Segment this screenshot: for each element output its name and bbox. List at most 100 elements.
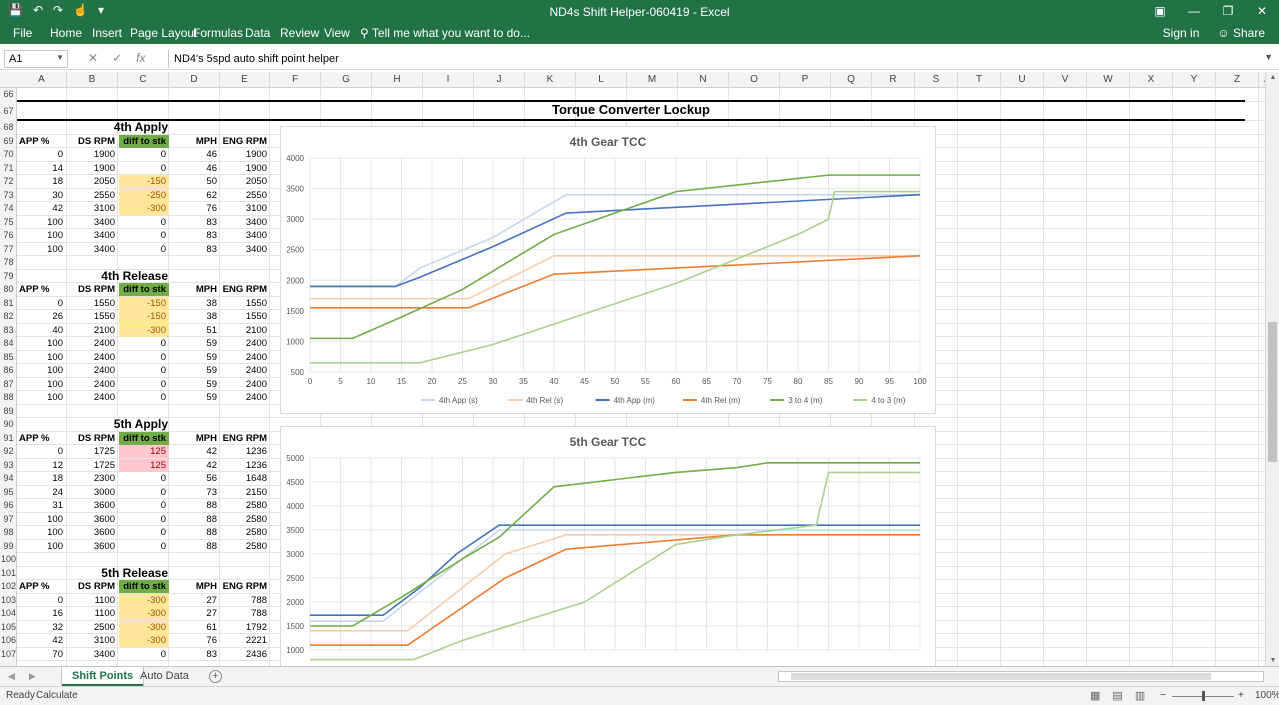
table-cell[interactable]: 2580: [221, 513, 270, 526]
table-cell[interactable]: 59: [170, 337, 220, 350]
table-header-cell[interactable]: APP %: [17, 580, 66, 593]
scroll-down-icon[interactable]: ▼: [1266, 657, 1279, 664]
row-header[interactable]: 88: [0, 391, 16, 405]
table-cell[interactable]: 83: [170, 243, 220, 256]
table-cell[interactable]: 100: [17, 540, 66, 553]
row-header[interactable]: 102: [0, 580, 16, 594]
sheet-prev-icon[interactable]: ◀: [8, 671, 15, 682]
table-cell[interactable]: 100: [17, 243, 66, 256]
column-header[interactable]: P: [780, 72, 831, 88]
row-header[interactable]: 104: [0, 607, 16, 621]
row-header[interactable]: 72: [0, 175, 16, 189]
row-header[interactable]: 90: [0, 418, 16, 432]
table-cell[interactable]: 2400: [68, 337, 118, 350]
row-header[interactable]: 78: [0, 256, 16, 270]
table-cell[interactable]: 3000: [68, 486, 118, 499]
table-cell[interactable]: 2400: [68, 391, 118, 404]
table-cell[interactable]: 100: [17, 378, 66, 391]
table-cell[interactable]: -150: [119, 310, 169, 323]
table-cell[interactable]: 42: [17, 202, 66, 215]
table-cell[interactable]: 3400: [68, 216, 118, 229]
column-header[interactable]: Y: [1173, 72, 1216, 88]
table-cell[interactable]: 1550: [68, 310, 118, 323]
table-cell[interactable]: 24: [17, 486, 66, 499]
table-cell[interactable]: 3100: [68, 634, 118, 647]
table-cell[interactable]: 61: [170, 621, 220, 634]
insert-function-icon[interactable]: fx: [136, 51, 145, 65]
column-header[interactable]: W: [1087, 72, 1130, 88]
table-cell[interactable]: 0: [119, 243, 169, 256]
table-cell[interactable]: 62: [170, 189, 220, 202]
maximize-icon[interactable]: ❐: [1211, 0, 1245, 22]
status-calculate[interactable]: Calculate: [36, 690, 78, 701]
row-header[interactable]: 84: [0, 337, 16, 351]
table-cell[interactable]: 100: [17, 229, 66, 242]
table-cell[interactable]: 3400: [68, 229, 118, 242]
table-header-cell[interactable]: MPH: [170, 135, 220, 148]
table-header-cell[interactable]: diff to stk: [119, 580, 169, 593]
table-cell[interactable]: 1100: [68, 607, 118, 620]
row-header[interactable]: 76: [0, 229, 16, 243]
table-cell[interactable]: 0: [119, 540, 169, 553]
table-cell[interactable]: 3600: [68, 513, 118, 526]
row-header[interactable]: 83: [0, 324, 16, 338]
table-cell[interactable]: -300: [119, 620, 169, 634]
row-header[interactable]: 75: [0, 216, 16, 230]
table-cell[interactable]: 46: [170, 148, 220, 161]
horizontal-scrollbar[interactable]: [778, 671, 1264, 682]
column-header[interactable]: Q: [831, 72, 872, 88]
column-header[interactable]: C: [118, 72, 169, 88]
tab-view[interactable]: View: [324, 26, 350, 40]
table-cell[interactable]: 2400: [221, 351, 270, 364]
page-layout-view-icon[interactable]: ▤: [1112, 689, 1122, 702]
table-cell[interactable]: 0: [119, 229, 169, 242]
column-header[interactable]: S: [915, 72, 958, 88]
table-cell[interactable]: 100: [17, 337, 66, 350]
table-cell[interactable]: 2100: [221, 324, 270, 337]
column-header[interactable]: H: [372, 72, 423, 88]
minimize-icon[interactable]: —: [1177, 0, 1211, 22]
tab-page-layout[interactable]: Page Layout: [130, 26, 197, 40]
table-cell[interactable]: 0: [119, 162, 169, 175]
page-break-view-icon[interactable]: ▥: [1135, 689, 1145, 702]
table-cell[interactable]: 0: [17, 148, 66, 161]
table-cell[interactable]: 1550: [221, 310, 270, 323]
table-header-cell[interactable]: MPH: [170, 580, 220, 593]
sheet-next-icon[interactable]: ▶: [29, 671, 36, 682]
table-cell[interactable]: 1900: [221, 162, 270, 175]
row-header[interactable]: 66: [0, 88, 16, 102]
table-cell[interactable]: 51: [170, 324, 220, 337]
table-cell[interactable]: -150: [119, 175, 169, 188]
table-cell[interactable]: 1648: [221, 472, 270, 485]
table-cell[interactable]: 0: [17, 594, 66, 607]
table-cell[interactable]: 59: [170, 391, 220, 404]
row-header[interactable]: 77: [0, 243, 16, 257]
table-cell[interactable]: 0: [17, 297, 66, 310]
table-cell[interactable]: 2400: [68, 351, 118, 364]
sign-in-link[interactable]: Sign in: [1163, 26, 1200, 40]
chart-5th-gear-tcc[interactable]: 5th Gear TCC 1000 1500 2000 2500 3000 3500 400…: [280, 426, 936, 666]
row-header[interactable]: 87: [0, 378, 16, 392]
tab-data[interactable]: Data: [245, 26, 270, 40]
table-cell[interactable]: 2550: [221, 189, 270, 202]
table-header-cell[interactable]: MPH: [170, 283, 220, 296]
row-header[interactable]: 99: [0, 540, 16, 554]
zoom-level[interactable]: 100%: [1255, 690, 1279, 701]
hscroll-thumb[interactable]: [791, 673, 1211, 680]
table-cell[interactable]: 3600: [68, 526, 118, 539]
column-header[interactable]: U: [1001, 72, 1044, 88]
table-header-cell[interactable]: DS RPM: [68, 283, 118, 296]
table-cell[interactable]: 26: [17, 310, 66, 323]
section-heading[interactable]: 4th Apply: [17, 120, 170, 134]
tab-review[interactable]: Review: [280, 26, 319, 40]
table-cell[interactable]: 0: [119, 148, 169, 161]
column-header[interactable]: B: [67, 72, 118, 88]
table-cell[interactable]: -250: [119, 188, 169, 202]
table-cell[interactable]: 31: [17, 499, 66, 512]
table-cell[interactable]: 27: [170, 607, 220, 620]
row-header[interactable]: 81: [0, 297, 16, 311]
row-header[interactable]: 101: [0, 567, 16, 581]
scroll-thumb[interactable]: [1268, 322, 1277, 462]
row-header[interactable]: 100: [0, 553, 16, 567]
table-cell[interactable]: 0: [119, 472, 169, 485]
